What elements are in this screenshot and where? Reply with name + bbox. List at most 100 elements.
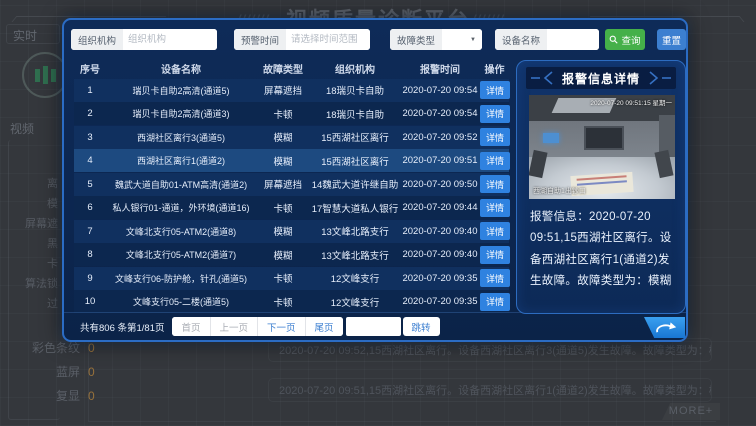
cell-no: 8: [74, 249, 106, 260]
search-button-label: 查询: [621, 33, 640, 47]
detail-button[interactable]: 详情: [480, 105, 510, 123]
detail-button[interactable]: 详情: [480, 199, 510, 217]
org-filter-input[interactable]: [123, 29, 217, 50]
fault-type-select[interactable]: ▼: [442, 29, 482, 50]
cell-device: 西湖社区离行3(通道5): [106, 131, 256, 144]
detail-button[interactable]: 详情: [480, 269, 510, 287]
last-page-button[interactable]: 尾页: [306, 317, 343, 336]
sidebar-realtime-label: 实时: [13, 27, 37, 44]
alarm-list-modal: 组织机构 预警时间 故障类型 ▼ 设备名称 查询 重置: [62, 18, 688, 342]
cell-fault: 模糊: [256, 130, 310, 144]
alarm-snapshot-image: 2020-07-20 09:51:15 星期一 西湖自助1出钞口: [529, 95, 675, 199]
cell-org: 18瑞贝卡自助: [310, 83, 400, 97]
cell-action: 详情: [480, 199, 510, 217]
table-row[interactable]: 4西湖社区离行1(通道2)模糊15西湖社区离行2020-07-20 09:51详…: [74, 149, 509, 172]
col-header-org: 组织机构: [310, 61, 400, 76]
cell-no: 5: [74, 179, 106, 190]
chevron-left-icon: [530, 71, 556, 85]
cell-device: 文峰北支行05-ATM2(通道8): [106, 225, 256, 238]
cell-no: 10: [74, 296, 106, 307]
cell-org: 15西湖社区离行: [310, 130, 400, 144]
detail-button[interactable]: 详情: [480, 293, 510, 311]
table-row[interactable]: 3西湖社区离行3(通道5)模糊15西湖社区离行2020-07-20 09:52详…: [74, 126, 509, 149]
cell-no: 4: [74, 155, 106, 166]
table-row[interactable]: 1瑞贝卡自助2高清(通道5)屏幕遮挡18瑞贝卡自助2020-07-20 09:5…: [74, 79, 509, 102]
stat-label: 复显: [0, 384, 80, 408]
detail-button[interactable]: 详情: [480, 246, 510, 264]
cell-action: 详情: [480, 246, 510, 264]
pagination-bar: 共有806 条第1/81页 首页 上一页 下一页 尾页 跳转: [64, 312, 686, 340]
next-page-button[interactable]: 下一页: [258, 317, 306, 336]
search-button[interactable]: 查询: [605, 29, 645, 50]
snapshot-card-slot: [543, 133, 559, 143]
detail-button[interactable]: 详情: [480, 128, 510, 146]
cell-no: 7: [74, 226, 106, 237]
time-range-input[interactable]: [286, 29, 370, 50]
cell-no: 6: [74, 202, 106, 213]
cell-org: 13文峰北路支行: [310, 224, 400, 238]
cell-fault: 卡顿: [256, 201, 310, 215]
cell-action: 详情: [480, 175, 510, 193]
sidebar-stat-fragment: 卡: [0, 254, 58, 274]
cell-org: 17智慧大道私人银行: [310, 201, 400, 215]
page-jump-input[interactable]: [346, 317, 401, 336]
alarm-detail-message: 报警信息：2020-07-20 09:51,15西湖社区离行。设备西湖社区离行1…: [530, 207, 674, 292]
cell-time: 2020-07-20 09:54: [400, 85, 480, 96]
alarm-detail-panel: 报警信息详情 2020-07-20 09:51:15 星期一 西湖自助1出钞口: [516, 60, 686, 314]
snapshot-camera-name-overlay: 西湖自助1出钞口: [533, 186, 586, 196]
cell-time: 2020-07-20 09:54: [400, 108, 480, 119]
device-name-input[interactable]: [547, 29, 599, 50]
device-filter-label: 设备名称: [495, 29, 547, 50]
prev-page-button[interactable]: 上一页: [211, 317, 259, 336]
fault-type-filter-label: 故障类型: [390, 29, 442, 50]
cell-time: 2020-07-20 09:50: [400, 179, 480, 190]
cell-time: 2020-07-20 09:35: [400, 273, 480, 284]
cell-action: 详情: [480, 152, 510, 170]
pagination-summary: 共有806 条第1/81页: [80, 320, 164, 334]
cell-device: 魏武大道自助01-ATM高清(通道2): [106, 178, 256, 191]
ticker-message: 2020-07-20 09:51,15西湖社区离行。设备西湖社区离行1(通道2)…: [268, 378, 712, 402]
cell-no: 2: [74, 108, 106, 119]
table-row[interactable]: 6私人银行01-通道，外环境(通道16)卡顿17智慧大道私人银行2020-07-…: [74, 196, 509, 219]
sidebar-stat-fragment: 过: [0, 294, 58, 314]
cell-action: 详情: [480, 222, 510, 240]
cell-action: 详情: [480, 81, 510, 99]
table-row[interactable]: 5魏武大道自助01-ATM高清(通道2)屏幕遮挡14魏武大道许继自助2020-0…: [74, 173, 509, 196]
fault-type-filter-group: 故障类型 ▼: [390, 29, 482, 50]
detail-button[interactable]: 详情: [480, 222, 510, 240]
cell-fault: 模糊: [256, 224, 310, 238]
table-row[interactable]: 10文峰支行05-二楼(通道5)卡顿12文峰支行2020-07-20 09:35…: [74, 290, 509, 313]
cell-device: 文峰支行05-二楼(通道5): [106, 295, 256, 308]
col-header-device: 设备名称: [106, 61, 256, 76]
reset-button-label: 重置: [662, 33, 681, 47]
snapshot-atm-screen: [584, 126, 624, 150]
snapshot-timestamp-overlay: 2020-07-20 09:51:15 星期一: [590, 97, 672, 107]
col-header-time: 报警时间: [400, 61, 480, 76]
page-jump-button[interactable]: 跳转: [403, 317, 440, 336]
cell-no: 3: [74, 132, 106, 143]
first-page-button[interactable]: 首页: [172, 317, 210, 336]
alarm-table-header: 序号 设备名称 故障类型 组织机构 报警时间 操作: [74, 58, 509, 78]
device-filter-group: 设备名称: [495, 29, 599, 50]
table-row[interactable]: 7文峰北支行05-ATM2(通道8)模糊13文峰北路支行2020-07-20 0…: [74, 220, 509, 243]
cell-action: 详情: [480, 269, 510, 287]
cell-device: 西湖社区离行1(通道2): [106, 154, 256, 167]
reset-button[interactable]: 重置: [657, 29, 686, 50]
app-root: /////// 视频质量诊断平台 /////// 实时 视频 离模屏幕遮黑卡算法…: [0, 0, 756, 426]
table-row[interactable]: 8文峰北支行05-ATM2(通道7)模糊13文峰北路支行2020-07-20 0…: [74, 243, 509, 266]
cell-time: 2020-07-20 09:52: [400, 132, 480, 143]
cell-time: 2020-07-20 09:44: [400, 202, 480, 213]
sidebar-stat-fragment: 算法锁: [0, 274, 58, 294]
table-row[interactable]: 9文峰支行06-防护舱，针孔(通道5)卡顿12文峰支行2020-07-20 09…: [74, 267, 509, 290]
detail-button[interactable]: 详情: [480, 81, 510, 99]
detail-button[interactable]: 详情: [480, 175, 510, 193]
cell-org: 13文峰北路支行: [310, 248, 400, 262]
cell-device: 瑞贝卡自助2高清(通道5): [106, 84, 256, 97]
detail-button[interactable]: 详情: [480, 152, 510, 170]
col-header-fault: 故障类型: [256, 61, 310, 76]
cell-device: 文峰北支行05-ATM2(通道7): [106, 248, 256, 261]
cell-org: 14魏武大道许继自助: [310, 177, 400, 191]
cell-no: 1: [74, 85, 106, 96]
sidebar-stat-fragments: 离模屏幕遮黑卡算法锁过: [0, 174, 58, 314]
table-row[interactable]: 2瑞贝卡自助2高清(通道3)卡顿18瑞贝卡自助2020-07-20 09:54详…: [74, 102, 509, 125]
